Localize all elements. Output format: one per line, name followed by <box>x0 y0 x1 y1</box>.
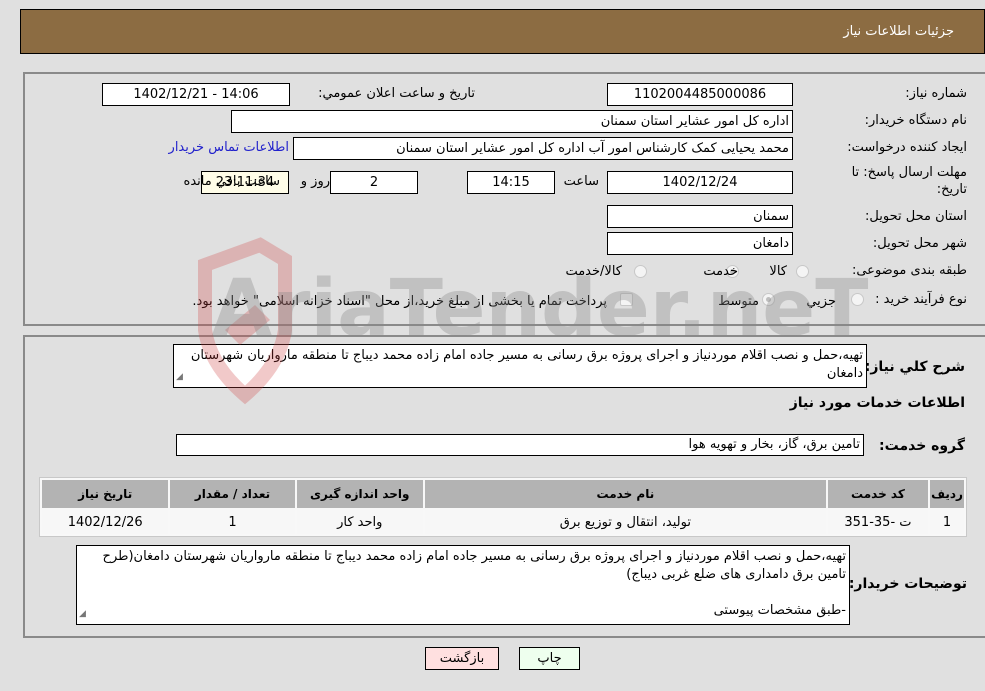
deadline-label: مهلت ارسال پاسخ: تا تاریخ: <box>851 165 967 197</box>
province-field: سمنان <box>607 205 793 228</box>
buyer-notes-line2: -طبق مشخصات پیوستی <box>713 603 846 618</box>
col-header-need-date: تاریخ نیاز <box>42 480 169 508</box>
process-label: نوع فرآیند خرید : <box>875 292 967 307</box>
deadline-time-label: ساعت <box>563 174 599 189</box>
description-text: تهیه،حمل و نصب اقلام موردنیاز و اجرای پر… <box>190 348 863 381</box>
buyer-contact-link[interactable]: اطلاعات تماس خریدار <box>169 140 289 155</box>
back-button[interactable]: بازگشت <box>425 647 499 670</box>
buyer-notes-label: توضیحات خریدار: <box>848 576 967 592</box>
buyer-org-field: اداره کل امور عشایر استان سمنان <box>231 110 793 133</box>
cell-service-code: ت -35-351 <box>827 510 929 534</box>
city-label: شهر محل تحویل: <box>872 236 967 251</box>
process-radio-medium[interactable] <box>762 293 775 306</box>
announce-datetime-value: 1402/12/21 - 14:06 <box>133 87 259 102</box>
need-number-field: 1102004485000086 <box>607 83 793 106</box>
category-service-label: خدمت <box>703 264 738 279</box>
buyer-notes-textarea[interactable]: تهیه،حمل و نصب اقلام موردنیاز و اجرای پر… <box>76 545 850 625</box>
province-label: استان محل تحویل: <box>865 209 967 224</box>
cell-service-name: تولید، انتقال و توزیع برق <box>424 510 826 534</box>
creator-label: ایجاد کننده درخواست: <box>847 140 967 155</box>
treasury-checkbox[interactable] <box>620 293 633 306</box>
cell-row-number: 1 <box>930 510 964 534</box>
need-number-label: شماره نیاز: <box>905 86 967 101</box>
col-header-service-code: کد خدمت <box>827 480 929 508</box>
print-button[interactable]: چاپ <box>519 647 580 670</box>
description-label: شرح كلي نياز: <box>864 359 965 375</box>
days-field: 2 <box>330 171 418 194</box>
details-panel: شماره نیاز: 1102004485000086 تاریخ و ساع… <box>23 72 985 326</box>
announce-datetime-field: 1402/12/21 - 14:06 <box>102 83 290 106</box>
remaining-time-label: ساعت باقي مانده <box>183 174 280 189</box>
category-radio-goods-service[interactable] <box>634 265 647 278</box>
buyer-org-label: نام دستگاه خریدار: <box>864 113 967 128</box>
process-radio-minor[interactable] <box>851 293 864 306</box>
process-medium-label: متوسط <box>718 294 759 309</box>
page-title: جزئیات اطلاعات نیاز <box>843 24 954 39</box>
col-header-quantity: تعداد / مقدار <box>170 480 295 508</box>
description-textarea[interactable]: تهیه،حمل و نصب اقلام موردنیاز و اجرای پر… <box>173 344 867 388</box>
category-label: طبقه بندی موضوعی: <box>851 263 967 278</box>
creator-field: محمد یحیایی کمک کارشناس امور آب اداره کل… <box>293 137 793 160</box>
services-section-title: اطلاعات خدمات مورد نیاز <box>789 395 965 411</box>
service-group-field: تامین برق، گاز، بخار و تهویه هوا <box>176 434 864 456</box>
category-goods-service-label: کالا/خدمت <box>565 264 622 279</box>
cell-unit: واحد کار <box>296 510 423 534</box>
col-header-service-name: نام خدمت <box>424 480 826 508</box>
announce-label: تاریخ و ساعت اعلان عمومي: <box>318 86 475 101</box>
col-header-unit: واحد اندازه گیری <box>296 480 423 508</box>
deadline-date-field: 1402/12/24 <box>607 171 793 194</box>
resize-grip-icon[interactable]: ◢ <box>79 605 86 623</box>
days-label: روز و <box>300 174 330 189</box>
col-header-row-number: ردیف <box>930 480 964 508</box>
buyer-notes-line1: تهیه،حمل و نصب اقلام موردنیاز و اجرای پر… <box>102 549 846 582</box>
city-field: دامغان <box>607 232 793 255</box>
category-radio-goods[interactable] <box>796 265 809 278</box>
services-table: ردیف کد خدمت نام خدمت واحد اندازه گیری ت… <box>39 477 967 537</box>
table-row: 1 ت -35-351 تولید، انتقال و توزیع برق وا… <box>42 510 964 534</box>
treasury-note: پرداخت تمام یا بخشی از مبلغ خرید،از محل … <box>192 294 607 309</box>
resize-grip-icon[interactable]: ◢ <box>176 368 183 386</box>
page-header: جزئیات اطلاعات نیاز <box>20 9 985 54</box>
table-header-row: ردیف کد خدمت نام خدمت واحد اندازه گیری ت… <box>42 480 964 508</box>
process-minor-label: جزيي <box>806 294 836 309</box>
service-group-label: گروه خدمت: <box>879 438 965 454</box>
deadline-time-field: 14:15 <box>467 171 555 194</box>
category-goods-label: کالا <box>769 264 787 279</box>
cell-quantity: 1 <box>170 510 295 534</box>
cell-need-date: 1402/12/26 <box>42 510 169 534</box>
services-panel: شرح كلي نياز: تهیه،حمل و نصب اقلام موردن… <box>23 335 985 638</box>
